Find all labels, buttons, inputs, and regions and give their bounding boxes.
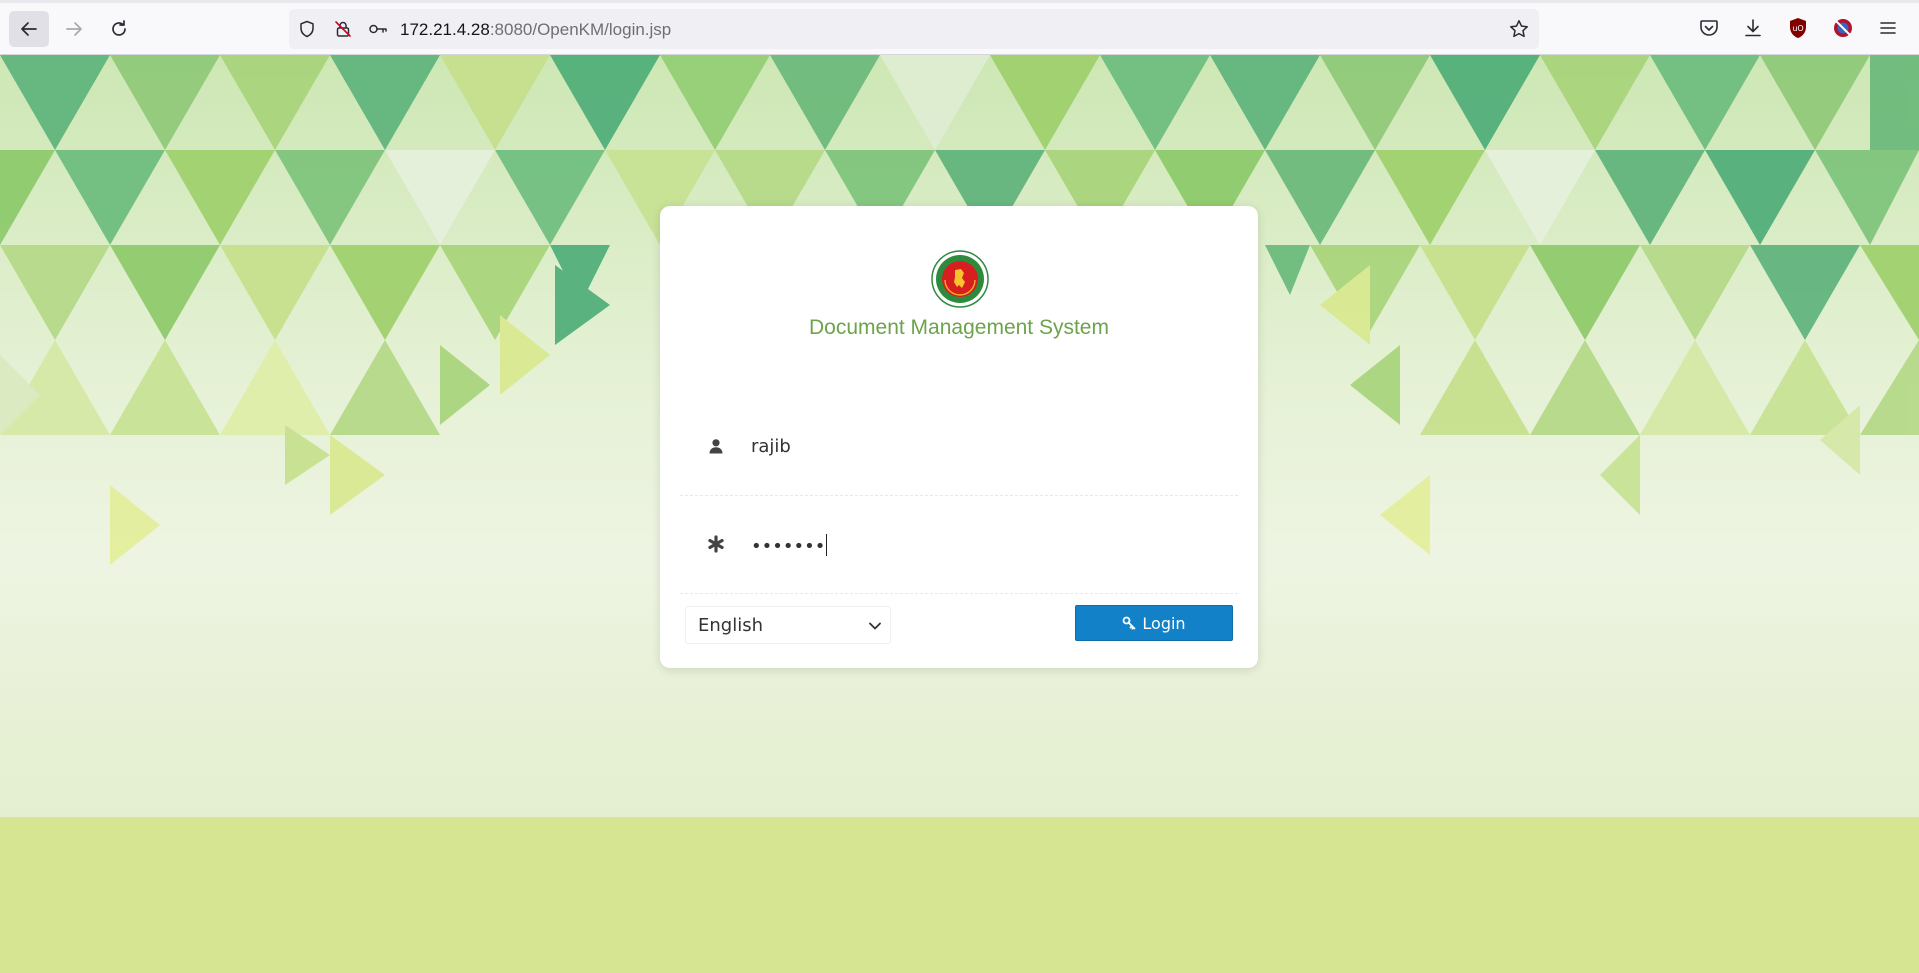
password-value: ••••••• — [751, 534, 828, 557]
login-page: Document Management System rajib •••••••… — [0, 55, 1919, 973]
login-button-label: Login — [1142, 613, 1186, 633]
app-title: Document Management System — [809, 316, 1109, 339]
star-icon[interactable] — [1509, 19, 1529, 39]
back-button[interactable] — [9, 11, 49, 47]
government-emblem-logo — [931, 250, 989, 308]
key-icon[interactable] — [368, 19, 388, 39]
text-caret — [826, 534, 828, 556]
ublock-icon[interactable]: uO — [1787, 17, 1809, 39]
language-selected: English — [698, 614, 763, 636]
insecure-lock-icon[interactable] — [333, 19, 353, 39]
address-bar[interactable]: 172.21.4.28:8080/OpenKM/login.jsp — [289, 9, 1539, 49]
reload-icon — [112, 20, 126, 36]
reload-button[interactable] — [99, 11, 139, 47]
arrow-left-icon — [21, 22, 37, 36]
url-host: 172.21.4.28 — [400, 20, 490, 39]
tab-strip-edge — [0, 0, 1919, 3]
asterisk-icon — [706, 534, 726, 554]
extension-icon[interactable] — [1832, 17, 1854, 39]
download-icon[interactable] — [1742, 17, 1764, 39]
pocket-icon[interactable] — [1698, 17, 1720, 39]
password-field[interactable]: ••••••• — [680, 498, 1238, 594]
chevron-down-icon — [868, 619, 882, 633]
url-text[interactable]: 172.21.4.28:8080/OpenKM/login.jsp — [400, 20, 671, 40]
browser-toolbar: 172.21.4.28:8080/OpenKM/login.jsp uO — [0, 0, 1919, 55]
language-select[interactable]: English — [685, 606, 891, 644]
hamburger-menu-icon[interactable] — [1877, 17, 1899, 39]
username-field[interactable]: rajib — [680, 400, 1238, 496]
user-icon — [706, 436, 726, 456]
url-path: :8080/OpenKM/login.jsp — [489, 20, 672, 39]
username-value: rajib — [751, 436, 791, 457]
login-card: Document Management System rajib •••••••… — [660, 206, 1258, 668]
shield-icon[interactable] — [297, 19, 317, 39]
password-mask: ••••••• — [751, 536, 826, 557]
login-button[interactable]: Login — [1075, 605, 1233, 641]
svg-text:uO: uO — [1792, 24, 1803, 33]
forward-button[interactable] — [54, 11, 94, 47]
arrow-right-icon — [66, 22, 82, 36]
key-icon — [1123, 616, 1136, 630]
footer-band — [0, 817, 1919, 973]
